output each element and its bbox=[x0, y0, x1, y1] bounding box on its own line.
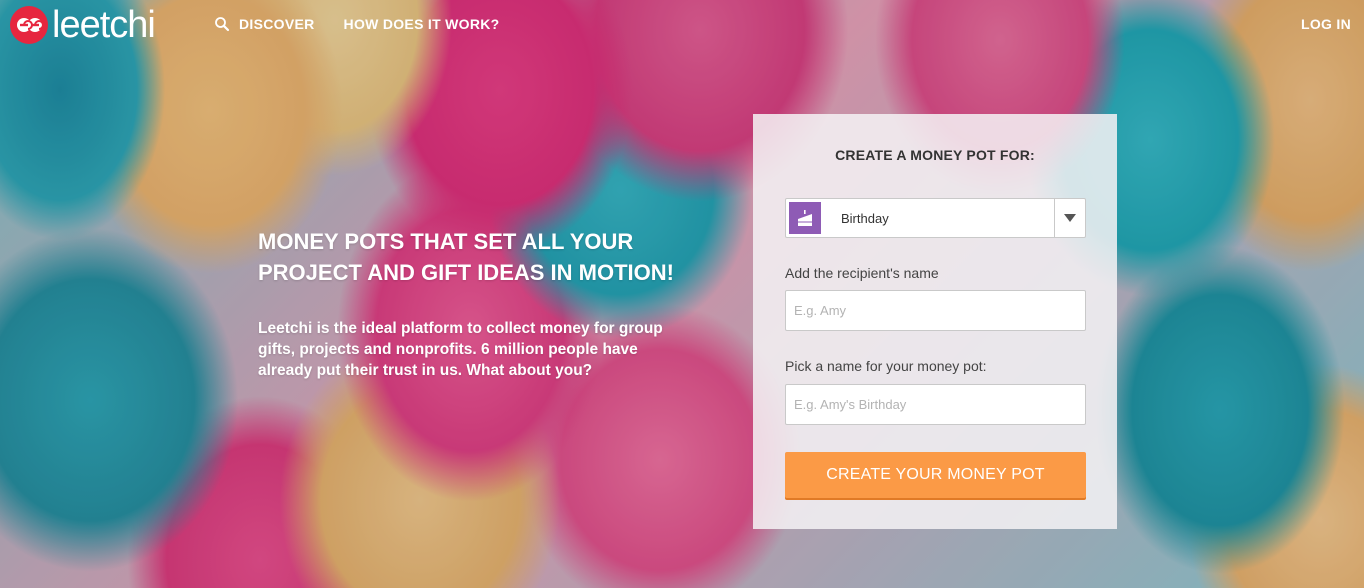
occasion-select[interactable]: Birthday bbox=[785, 198, 1086, 238]
hero-description: Leetchi is the ideal platform to collect… bbox=[258, 320, 663, 379]
nav-how-it-works-label: HOW DOES IT WORK? bbox=[343, 16, 500, 32]
brand-name: leetchi bbox=[52, 4, 156, 46]
chevron-down-icon[interactable] bbox=[1054, 199, 1085, 237]
nav-discover[interactable]: DISCOVER bbox=[214, 16, 315, 32]
occasion-selected-value: Birthday bbox=[841, 210, 889, 226]
pot-name-input[interactable] bbox=[785, 384, 1086, 425]
nav-how-it-works[interactable]: HOW DOES IT WORK? bbox=[344, 16, 500, 32]
hero: MONEY POTS THAT SET ALL YOUR PROJECT AND… bbox=[258, 226, 698, 381]
create-money-pot-button[interactable]: CREATE YOUR MONEY POT bbox=[785, 452, 1086, 498]
search-icon bbox=[215, 17, 230, 32]
main-nav: DISCOVER HOW DOES IT WORK? bbox=[214, 16, 529, 32]
leetchi-logo[interactable]: leetchi bbox=[10, 4, 156, 46]
recipient-name-label: Add the recipient's name bbox=[785, 265, 939, 281]
card-title: CREATE A MONEY POT FOR: bbox=[835, 147, 1035, 163]
nav-discover-label: DISCOVER bbox=[239, 16, 315, 32]
create-money-pot-card: CREATE A MONEY POT FOR: Birthday Add the… bbox=[753, 114, 1117, 529]
leetchi-logo-icon bbox=[10, 6, 48, 44]
pot-name-label: Pick a name for your money pot: bbox=[785, 358, 987, 374]
birthday-cake-icon bbox=[789, 202, 821, 234]
top-navigation: leetchi DISCOVER HOW DOES IT WORK? LOG I… bbox=[0, 0, 1364, 50]
recipient-name-input[interactable] bbox=[785, 290, 1086, 331]
hero-title: MONEY POTS THAT SET ALL YOUR PROJECT AND… bbox=[258, 229, 674, 285]
login-link[interactable]: LOG IN bbox=[1301, 16, 1351, 32]
